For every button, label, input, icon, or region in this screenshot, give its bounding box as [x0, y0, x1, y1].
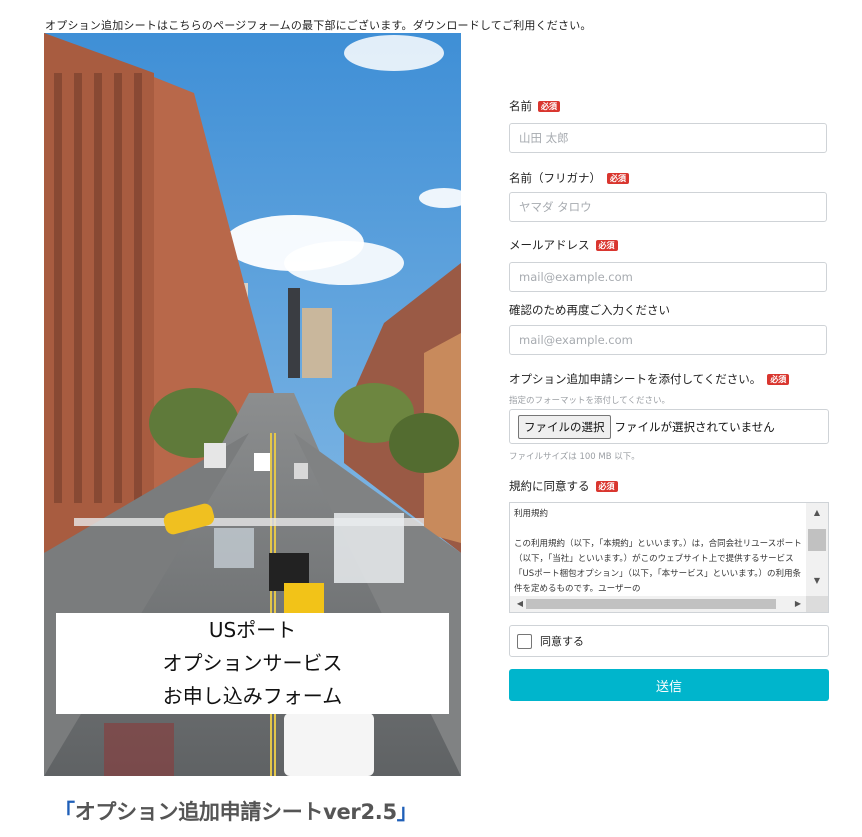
choose-file-button[interactable]: ファイルの選択 — [518, 414, 611, 439]
attachment-label: オプション追加申請シートを添付してください。 必須 — [509, 371, 790, 387]
terms-label: 規約に同意する 必須 — [509, 478, 618, 494]
email-input[interactable] — [509, 262, 827, 292]
bracket-open: 「 — [54, 800, 75, 824]
terms-text: 利用規約 この利用規約（以下，「本規約」といいます。）は，合同会社リユースポート… — [514, 509, 802, 594]
scroll-thumb-horizontal[interactable] — [526, 599, 776, 609]
scroll-down-icon[interactable]: ▼ — [806, 573, 828, 589]
required-badge: 必須 — [595, 480, 618, 492]
attachment-hint: 指定のフォーマットを添付してください。 — [509, 396, 670, 406]
scroll-thumb[interactable] — [808, 529, 826, 551]
email-label: メールアドレス 必須 — [509, 237, 618, 253]
email-confirm-label: 確認のため再度ご入力ください — [509, 303, 670, 317]
agree-field[interactable]: 同意する — [509, 625, 829, 657]
agree-checkbox[interactable] — [517, 633, 532, 649]
option-sheet-title: オプション追加申請シートver2.5 — [74, 800, 397, 824]
email-confirm-input[interactable] — [509, 325, 827, 355]
furigana-label: 名前（フリガナ） 必須 — [509, 170, 629, 186]
agree-label: 同意する — [540, 635, 584, 648]
name-input[interactable] — [509, 123, 827, 153]
required-badge: 必須 — [595, 239, 618, 251]
hero-line2: オプションサービス — [162, 651, 343, 675]
submit-button[interactable]: 送信 — [509, 669, 829, 701]
hero-photo: USポート オプションサービス お申し込みフォーム — [44, 33, 461, 776]
hero-line1: USポート — [208, 618, 297, 642]
download-notice: オプション追加シートはこちらのページフォームの最下部にございます。ダウンロードし… — [45, 19, 592, 32]
scrollbar-corner — [806, 596, 828, 612]
file-size-note: ファイルサイズは 100 MB 以下。 — [509, 452, 640, 462]
terms-vertical-scrollbar[interactable]: ▲ ▼ — [806, 503, 828, 597]
terms-horizontal-scrollbar[interactable]: ◀ ▶ — [510, 596, 808, 612]
hero-caption: USポート オプションサービス お申し込みフォーム — [56, 613, 449, 714]
required-badge: 必須 — [607, 172, 629, 184]
furigana-input[interactable] — [509, 192, 827, 222]
file-status: ファイルが選択されていません — [614, 419, 775, 434]
file-upload-field[interactable]: ファイルの選択 ファイルが選択されていません — [509, 409, 829, 444]
scroll-right-icon[interactable]: ▶ — [790, 596, 806, 612]
bracket-close: 」 — [396, 800, 418, 824]
required-badge: 必須 — [538, 100, 560, 112]
name-label: 名前 必須 — [509, 98, 560, 114]
hero-line3: お申し込みフォーム — [162, 684, 343, 708]
option-sheet-link[interactable]: 「オプション追加申請シートver2.5」 — [54, 796, 418, 826]
terms-textarea[interactable]: 利用規約 この利用規約（以下，「本規約」といいます。）は，合同会社リユースポート… — [509, 502, 829, 613]
scroll-up-icon[interactable]: ▲ — [806, 505, 828, 521]
required-badge: 必須 — [767, 373, 790, 385]
